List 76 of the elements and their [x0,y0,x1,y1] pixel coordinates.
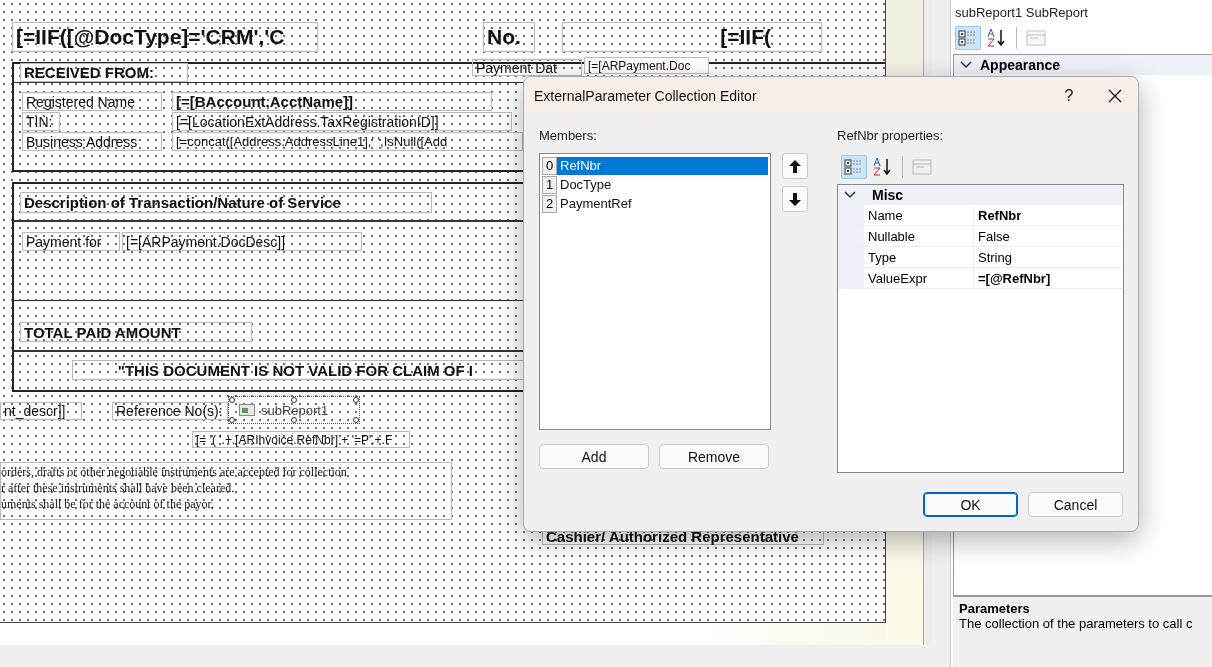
categorized-icon [958,29,978,47]
resize-handle[interactable] [291,397,297,403]
arrow-down-icon [789,192,801,206]
resize-handle[interactable] [291,417,297,423]
report-field: nt_descr]] [0,402,82,420]
note-text: orders, drafts or other negotiable instruments are accepted for collection [1,464,348,480]
report-field: Registered Name [22,92,162,111]
report-field: [=[LocationExtAddress.TaxRegistrationID]] [172,112,512,131]
category-name: Appearance [980,57,1061,73]
categorized-icon [844,158,864,176]
resize-handle[interactable] [229,397,235,403]
property-pages-icon [1026,29,1046,47]
note-text: uments shall be for the account of the payor. [1,496,215,512]
member-item[interactable]: DocType [557,175,768,194]
category-row[interactable]: Appearance [954,55,1212,75]
report-field: [=[ARPayment.DocDesc]] [122,232,362,251]
member-index: 0 [542,156,557,175]
resize-handle[interactable] [229,417,235,423]
remove-button[interactable]: Remove [659,444,769,469]
categorized-button[interactable] [841,155,867,179]
report-field: [=IIF([@DocType]='CRM','C [12,22,318,52]
subreport-icon [239,404,255,416]
report-field: Payment Dat [472,59,582,76]
property-pages-icon [912,158,932,176]
dialog-title: ExternalParameter Collection Editor [534,87,758,104]
report-field: TIN: [22,112,60,131]
property-value[interactable]: String [974,247,1123,267]
report-field: Reference No(s): [112,402,228,420]
chevron-icon[interactable] [960,61,972,69]
chevron-icon[interactable] [844,191,856,199]
members-label: Members: [539,128,598,145]
subreport-control[interactable]: subReport1 [228,396,360,424]
add-button[interactable]: Add [539,444,649,469]
subreport-name: subReport1 [261,402,329,418]
member-index: 2 [542,194,557,213]
report-field: [=[ARPayment.Doc [584,57,709,74]
properties-label: RefNbr properties: [837,128,945,145]
resize-handle[interactable] [353,417,359,423]
property-value[interactable]: RefNbr [974,205,1123,225]
resize-handle[interactable] [353,397,359,403]
report-field: [= '( '.+.[ARInvoice.RefNbr] + '=P'.+.F [192,431,410,448]
report-field: No. [483,22,535,52]
move-down-button[interactable] [782,186,808,212]
help-text: The collection of the parameters to call c [959,616,1194,631]
property-value[interactable]: =[@RefNbr] [974,268,1123,288]
sort-az-icon [873,157,893,177]
report-field: TOTAL PAID AMOUNT [20,322,252,342]
sort-az-icon [987,28,1007,48]
report-field: RECEIVED FROM: [20,63,188,82]
report-field: Payment for [22,232,120,251]
note-text: r after these instruments shall have been cleared. [1,480,236,496]
property-name: Nullable [864,226,974,246]
member-item[interactable]: PaymentRef [557,194,768,213]
report-field: [=concat([Address.AddressLine1],' ',IsNull([Add [172,132,523,151]
object-title: subReport1 SubReport [954,4,1089,22]
categorized-button[interactable] [955,26,981,50]
help-title: Parameters [959,601,1031,616]
category-name: Misc [872,187,904,203]
property-name: Type [864,247,974,267]
report-field: "THIS DOCUMENT IS NOT VALID FOR CLAIM OF I [72,360,524,380]
report-field: [=[BAccount.AcctName]] [172,92,492,111]
move-up-button[interactable] [782,153,808,179]
report-field: Description of Transaction/Nature of Service [20,192,432,213]
report-field: [=IIF( [562,22,822,52]
category-row[interactable]: Misc [838,185,1123,205]
cancel-button[interactable]: Cancel [1028,492,1123,517]
help-button[interactable]: ? [1046,77,1092,114]
property-value[interactable]: False [974,226,1123,246]
report-field: Business Address [22,132,162,151]
ok-button[interactable]: OK [923,492,1018,517]
arrow-up-icon [789,159,801,173]
property-name: Name [864,205,974,225]
member-index: 1 [542,175,557,194]
property-name: ValueExpr [864,268,974,288]
close-icon [1108,88,1122,103]
member-item[interactable]: RefNbr [557,156,768,175]
